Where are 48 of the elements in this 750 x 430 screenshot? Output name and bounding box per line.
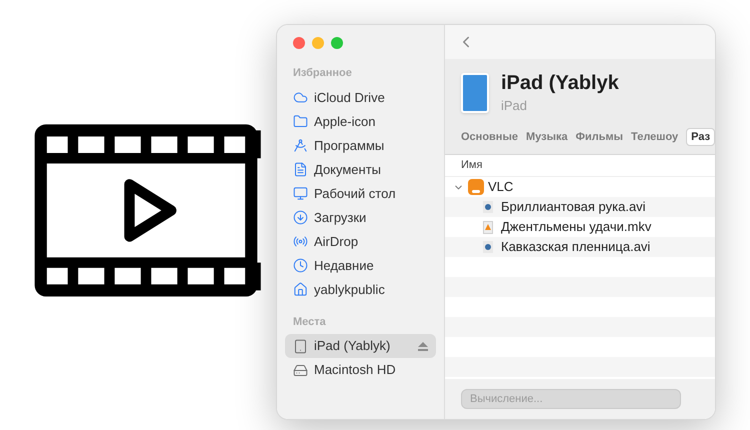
sidebar-item[interactable]: iPad (Yablyk) <box>285 334 436 358</box>
tab[interactable]: Фильмы <box>576 128 624 145</box>
close-button[interactable] <box>293 37 305 49</box>
folder-icon <box>293 114 308 129</box>
eject-icon[interactable] <box>418 342 428 350</box>
house-icon <box>293 282 308 297</box>
file-name: VLC <box>488 178 514 196</box>
sidebar-item[interactable]: Документы <box>285 158 436 182</box>
tab[interactable]: Телешоу <box>631 128 678 145</box>
tab[interactable]: Музыка <box>526 128 568 145</box>
sidebar-item[interactable]: Недавние <box>285 254 436 278</box>
document-icon <box>293 162 308 177</box>
device-title: iPad (Yablyk <box>501 71 619 96</box>
clock-icon <box>293 258 308 273</box>
tab[interactable]: Раз <box>686 128 715 146</box>
monitor-icon <box>293 186 308 201</box>
column-header: Имя <box>445 155 715 177</box>
device-subtitle: iPad <box>501 97 528 115</box>
sidebar-item[interactable]: AirDrop <box>285 230 436 254</box>
download-icon <box>293 210 308 225</box>
video-file-icon <box>483 201 493 213</box>
zoom-button[interactable] <box>331 37 343 49</box>
sidebar-item[interactable]: iCloud Drive <box>285 86 436 110</box>
video-file-icon <box>483 241 493 253</box>
drafting-compass-icon <box>293 138 308 153</box>
sidebar-item[interactable]: yablykpublic <box>285 278 436 302</box>
radio-waves-icon <box>293 234 308 249</box>
sidebar-item[interactable]: Загрузки <box>285 206 436 230</box>
minimize-button[interactable] <box>312 37 324 49</box>
tab[interactable]: Основные <box>461 128 518 145</box>
sidebar-item[interactable]: Рабочий стол <box>285 182 436 206</box>
file-name: Кавказская пленница.avi <box>501 238 650 256</box>
sidebar-item[interactable]: Macintosh HD <box>285 358 436 382</box>
storage-bar: Вычисление... <box>461 389 681 409</box>
file-name: Джентльмены удачи.mkv <box>501 218 652 236</box>
tablet-icon <box>293 338 308 354</box>
file-row[interactable]: Бриллиантовая рука.avi <box>445 197 715 217</box>
file-row[interactable]: Кавказская пленница.avi <box>445 237 715 257</box>
sidebar-item[interactable]: Apple-icon <box>285 110 436 134</box>
file-row[interactable]: VLC <box>445 177 715 197</box>
file-name: Бриллиантовая рука.avi <box>501 198 646 216</box>
sidebar-section-title: Места <box>293 314 326 330</box>
tablet-picture-icon <box>461 73 489 114</box>
file-row[interactable]: Джентльмены удачи.mkv <box>445 217 715 237</box>
hard-drive-icon <box>293 362 308 378</box>
sidebar-section-title: Избранное <box>293 66 352 81</box>
cloud-icon <box>293 90 308 105</box>
sidebar-item[interactable]: Программы <box>285 134 436 158</box>
